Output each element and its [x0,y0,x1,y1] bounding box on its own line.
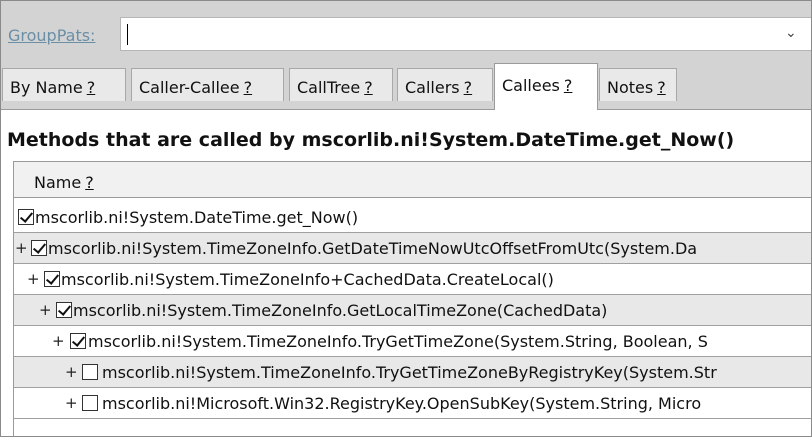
tab-label: Caller-Callee [139,78,240,97]
tab-calltree[interactable]: CallTree? [289,68,393,101]
chevron-down-icon[interactable]: ⌄ [785,25,797,41]
tab-label: Callees [502,76,560,95]
tree-row[interactable]: + mscorlib.ni!System.TimeZoneInfo.TryGet… [14,326,811,357]
row-method-name: mscorlib.ni!System.TimeZoneInfo.TryGetTi… [102,363,717,382]
tab-caller-callee[interactable]: Caller-Callee? [131,68,284,101]
callees-grid: Name? mscorlib.ni!System.DateTime.get_No… [13,161,811,436]
row-checkbox[interactable] [18,209,34,225]
tab-label: Callers [405,78,460,97]
expand-icon[interactable]: + [65,394,78,412]
tab-callees[interactable]: Callees? [494,63,598,110]
help-link[interactable]: ? [244,78,253,97]
column-header-text: Name [34,173,82,192]
row-method-name: mscorlib.ni!System.TimeZoneInfo.TryGetTi… [88,332,708,351]
tab-label: Notes [607,78,654,97]
tree-row[interactable]: + mscorlib.ni!System.TimeZoneInfo.GetLoc… [14,295,811,326]
grouppats-input[interactable]: ⌄ [120,17,811,51]
row-method-name: mscorlib.ni!System.TimeZoneInfo.GetDateT… [48,239,698,258]
expand-icon[interactable]: + [65,363,78,381]
row-method-name: mscorlib.ni!System.DateTime.get_Now() [35,208,359,227]
help-link[interactable]: ? [364,78,373,97]
help-link[interactable]: ? [87,78,96,97]
tab-notes[interactable]: Notes? [599,68,677,101]
row-checkbox[interactable] [31,240,47,256]
row-method-name: mscorlib.ni!Microsoft.Win32.RegistryKey.… [102,394,702,413]
tree-row[interactable]: + mscorlib.ni!System.TimeZoneInfo.TryGet… [14,357,811,388]
column-header-label: Name? [34,173,94,192]
row-checkbox[interactable] [44,271,60,287]
page-title: Methods that are called by mscorlib.ni!S… [7,129,735,151]
row-checkbox[interactable] [70,333,86,349]
grouppats-link[interactable]: GroupPats: [8,26,95,45]
tree-row[interactable]: + mscorlib.ni!System.TimeZoneInfo.GetDat… [14,233,811,264]
row-checkbox[interactable] [82,364,98,380]
tree-row[interactable]: + mscorlib.ni!Microsoft.Win32.RegistryKe… [14,388,811,419]
row-method-name: mscorlib.ni!System.TimeZoneInfo+CachedDa… [61,270,554,289]
tab-callers[interactable]: Callers? [397,68,493,101]
help-link[interactable]: ? [564,76,573,95]
stack-viewer-window: GroupPats: ⌄ By Name? Caller-Callee? Cal… [0,0,812,437]
help-link[interactable]: ? [657,78,666,97]
expand-icon[interactable]: + [39,301,52,319]
text-caret [127,24,128,45]
row-checkbox[interactable] [56,302,72,318]
grouppats-bar: GroupPats: ⌄ [1,1,811,59]
tab-label: By Name [10,78,83,97]
column-header-name[interactable]: Name? [14,162,811,198]
tab-label: CallTree [297,78,361,97]
expand-icon[interactable]: + [27,270,40,288]
tab-by-name[interactable]: By Name? [2,68,126,101]
expand-icon[interactable]: + [15,239,28,257]
expand-icon[interactable]: + [52,332,65,350]
tab-strip: By Name? Caller-Callee? CallTree? Caller… [1,59,811,110]
tree-row[interactable]: + mscorlib.ni!System.TimeZoneInfo+Cached… [14,264,811,295]
help-link[interactable]: ? [464,78,473,97]
help-link[interactable]: ? [85,173,94,192]
row-method-name: mscorlib.ni!System.TimeZoneInfo.GetLocal… [73,301,608,320]
tree-row[interactable]: mscorlib.ni!System.DateTime.get_Now() [14,202,811,233]
row-checkbox[interactable] [82,395,98,411]
